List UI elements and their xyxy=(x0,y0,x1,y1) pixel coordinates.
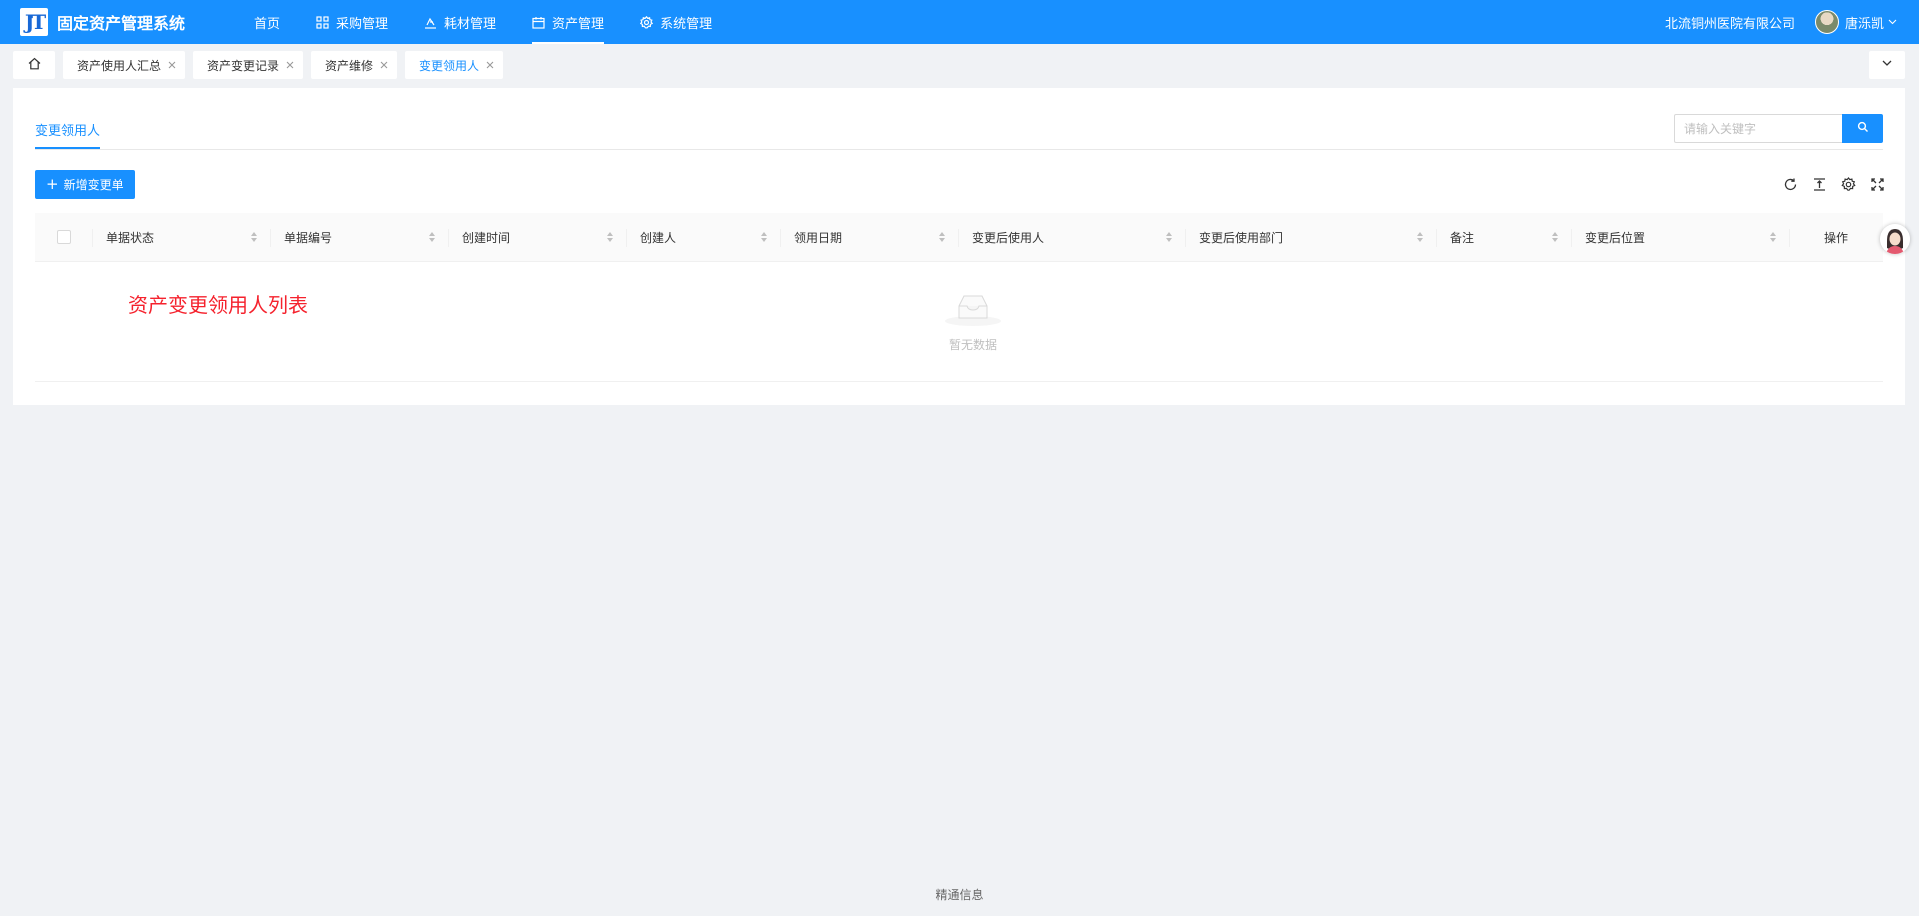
sort-icon[interactable] xyxy=(760,231,768,243)
content-card: 变更领用人 + 新增变更单 xyxy=(13,88,1905,405)
search-box xyxy=(1674,114,1883,143)
logo: JT xyxy=(20,8,48,36)
select-all-checkbox[interactable] xyxy=(56,230,71,244)
tab-label: 资产变更记录 xyxy=(207,58,280,73)
sort-icon[interactable] xyxy=(250,231,258,243)
user-menu[interactable]: 唐泺凯 xyxy=(1814,10,1897,34)
column-label: 创建人 xyxy=(640,230,677,245)
column-header[interactable]: 备注 xyxy=(1436,213,1571,262)
tab-label: 资产使用人汇总 xyxy=(77,58,162,73)
column-label: 备注 xyxy=(1450,230,1475,245)
nav-purchase-label: 采购管理 xyxy=(336,16,389,32)
sort-icon[interactable] xyxy=(1769,231,1777,243)
column-label: 变更后使用部门 xyxy=(1199,230,1284,245)
column-label: 创建时间 xyxy=(462,230,511,245)
column-header[interactable]: 单据编号 xyxy=(270,213,448,262)
tab-asset-change-records[interactable]: 资产变更记录 xyxy=(193,51,304,79)
tab-label: 变更领用人 xyxy=(419,58,480,73)
empty-state: 暂无数据 xyxy=(943,288,1003,353)
sort-icon[interactable] xyxy=(1416,231,1424,243)
tab-label: 资产维修 xyxy=(325,58,374,73)
refresh-icon[interactable] xyxy=(1782,176,1798,192)
app-title: 固定资产管理系统 xyxy=(57,14,186,33)
user-name: 唐泺凯 xyxy=(1844,16,1884,32)
gear-icon xyxy=(640,15,654,29)
column-header[interactable]: 领用日期 xyxy=(780,213,958,262)
grid-icon xyxy=(316,15,329,29)
close-icon[interactable] xyxy=(485,60,495,70)
empty-text: 暂无数据 xyxy=(948,338,997,352)
nav-consumables[interactable]: 耗材管理 xyxy=(406,0,514,44)
column-label: 单据编号 xyxy=(284,230,333,245)
nav-assets[interactable]: 资产管理 xyxy=(514,0,622,44)
tray-icon xyxy=(424,16,437,29)
sort-icon[interactable] xyxy=(938,231,946,243)
calendar-icon xyxy=(532,16,545,29)
data-table: 单据状态 单据编号 创建时间 创建人 领用日期 变更后使用人 变更后使用部门 备… xyxy=(35,213,1883,382)
table-tools xyxy=(1769,176,1885,192)
assistant-avatar[interactable] xyxy=(1880,224,1910,254)
column-header[interactable]: 单据状态 xyxy=(92,213,270,262)
column-label: 操作 xyxy=(1823,230,1848,245)
search-icon xyxy=(1857,121,1869,136)
column-label: 单据状态 xyxy=(106,230,155,245)
column-label: 领用日期 xyxy=(794,230,843,245)
table-header: 单据状态 单据编号 创建时间 创建人 领用日期 变更后使用人 变更后使用部门 备… xyxy=(35,213,1883,262)
close-icon[interactable] xyxy=(379,60,389,70)
add-button-label: 新增变更单 xyxy=(63,178,124,192)
column-header[interactable]: 变更后使用人 xyxy=(958,213,1185,262)
chevron-down-icon xyxy=(1888,15,1897,30)
settings-icon[interactable] xyxy=(1840,176,1856,192)
sort-icon[interactable] xyxy=(428,231,436,243)
nav-purchase[interactable]: 采购管理 xyxy=(298,0,406,44)
header-right: 北流铜州医院有限公司 唐泺凯 xyxy=(1665,10,1919,34)
tab-asset-user-summary[interactable]: 资产使用人汇总 xyxy=(63,51,186,79)
close-icon[interactable] xyxy=(285,60,295,70)
tab-home[interactable] xyxy=(13,51,55,79)
select-all-cell xyxy=(35,213,92,262)
main-nav: 首页 采购管理 耗材管理 资产管理 系统管理 xyxy=(236,0,730,44)
column-header[interactable]: 创建人 xyxy=(626,213,780,262)
tab-asset-repair[interactable]: 资产维修 xyxy=(311,51,398,79)
empty-inbox-icon xyxy=(943,295,1003,332)
column-label: 变更后使用人 xyxy=(972,230,1045,245)
avatar xyxy=(1814,10,1839,34)
top-header: JT 固定资产管理系统 首页 采购管理 耗材管理 资产管理 系统管理 北流铜州医… xyxy=(0,0,1919,44)
close-icon[interactable] xyxy=(167,60,177,70)
table-body: 资产变更领用人列表 暂无数据 xyxy=(35,262,1883,382)
add-change-order-button[interactable]: + 新增变更单 xyxy=(35,170,135,199)
plus-icon: + xyxy=(46,175,59,193)
brand[interactable]: JT 固定资产管理系统 xyxy=(0,8,230,36)
nav-system[interactable]: 系统管理 xyxy=(622,0,730,44)
search-input[interactable] xyxy=(1674,114,1842,143)
tab-dropdown-button[interactable] xyxy=(1869,51,1905,79)
column-height-icon[interactable] xyxy=(1811,176,1827,192)
column-header-actions: 操作 xyxy=(1789,213,1883,262)
subtab-row: 变更领用人 xyxy=(35,88,1883,150)
column-header[interactable]: 变更后使用部门 xyxy=(1185,213,1436,262)
sort-icon[interactable] xyxy=(606,231,614,243)
column-label: 变更后位置 xyxy=(1585,230,1646,245)
tab-bar: 资产使用人汇总 资产变更记录 资产维修 变更领用人 xyxy=(0,44,1919,86)
sort-icon[interactable] xyxy=(1551,231,1559,243)
nav-consumables-label: 耗材管理 xyxy=(444,16,497,32)
nav-system-label: 系统管理 xyxy=(660,16,713,32)
tab-change-recipient[interactable]: 变更领用人 xyxy=(405,51,504,79)
column-header[interactable]: 变更后位置 xyxy=(1571,213,1789,262)
nav-home[interactable]: 首页 xyxy=(236,0,298,44)
org-name: 北流铜州医院有限公司 xyxy=(1664,16,1795,32)
column-header[interactable]: 创建时间 xyxy=(448,213,626,262)
fullscreen-icon[interactable] xyxy=(1869,176,1885,192)
home-icon xyxy=(28,57,41,74)
chevron-down-icon xyxy=(1881,57,1893,73)
subtab-change-recipient[interactable]: 变更领用人 xyxy=(35,120,101,149)
nav-home-label: 首页 xyxy=(254,16,281,32)
search-button[interactable] xyxy=(1842,114,1883,143)
annotation-text: 资产变更领用人列表 xyxy=(128,293,308,317)
footer-text: 精通信息 xyxy=(935,888,984,902)
sort-icon[interactable] xyxy=(1165,231,1173,243)
nav-assets-label: 资产管理 xyxy=(552,16,605,32)
